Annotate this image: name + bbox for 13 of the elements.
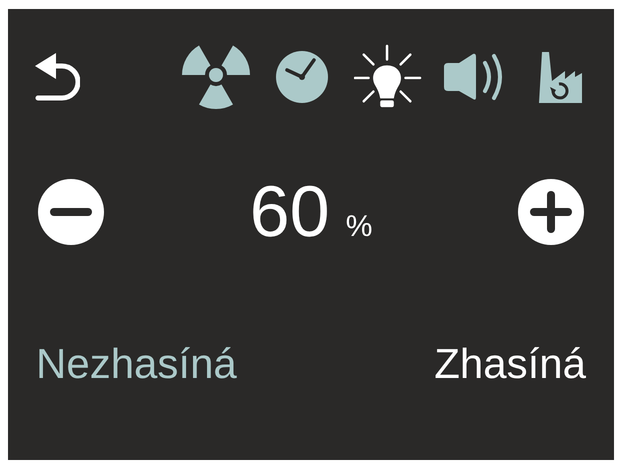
option-button[interactable]: Zhasíná: [434, 338, 586, 391]
light-bulb-icon: [354, 44, 422, 110]
clock-icon: [275, 50, 329, 104]
speaker-icon: [443, 52, 505, 100]
mode-tab[interactable]: [182, 42, 250, 110]
back-arrow-icon: [34, 52, 80, 100]
value-text: 60: [250, 176, 330, 248]
option-button[interactable]: Nezhasíná: [36, 338, 237, 391]
factory-icon: [537, 50, 583, 102]
radiation-icon: [182, 44, 250, 108]
unit-text: %: [346, 212, 372, 242]
plus-icon: [530, 190, 572, 232]
minus-icon: [50, 208, 92, 216]
